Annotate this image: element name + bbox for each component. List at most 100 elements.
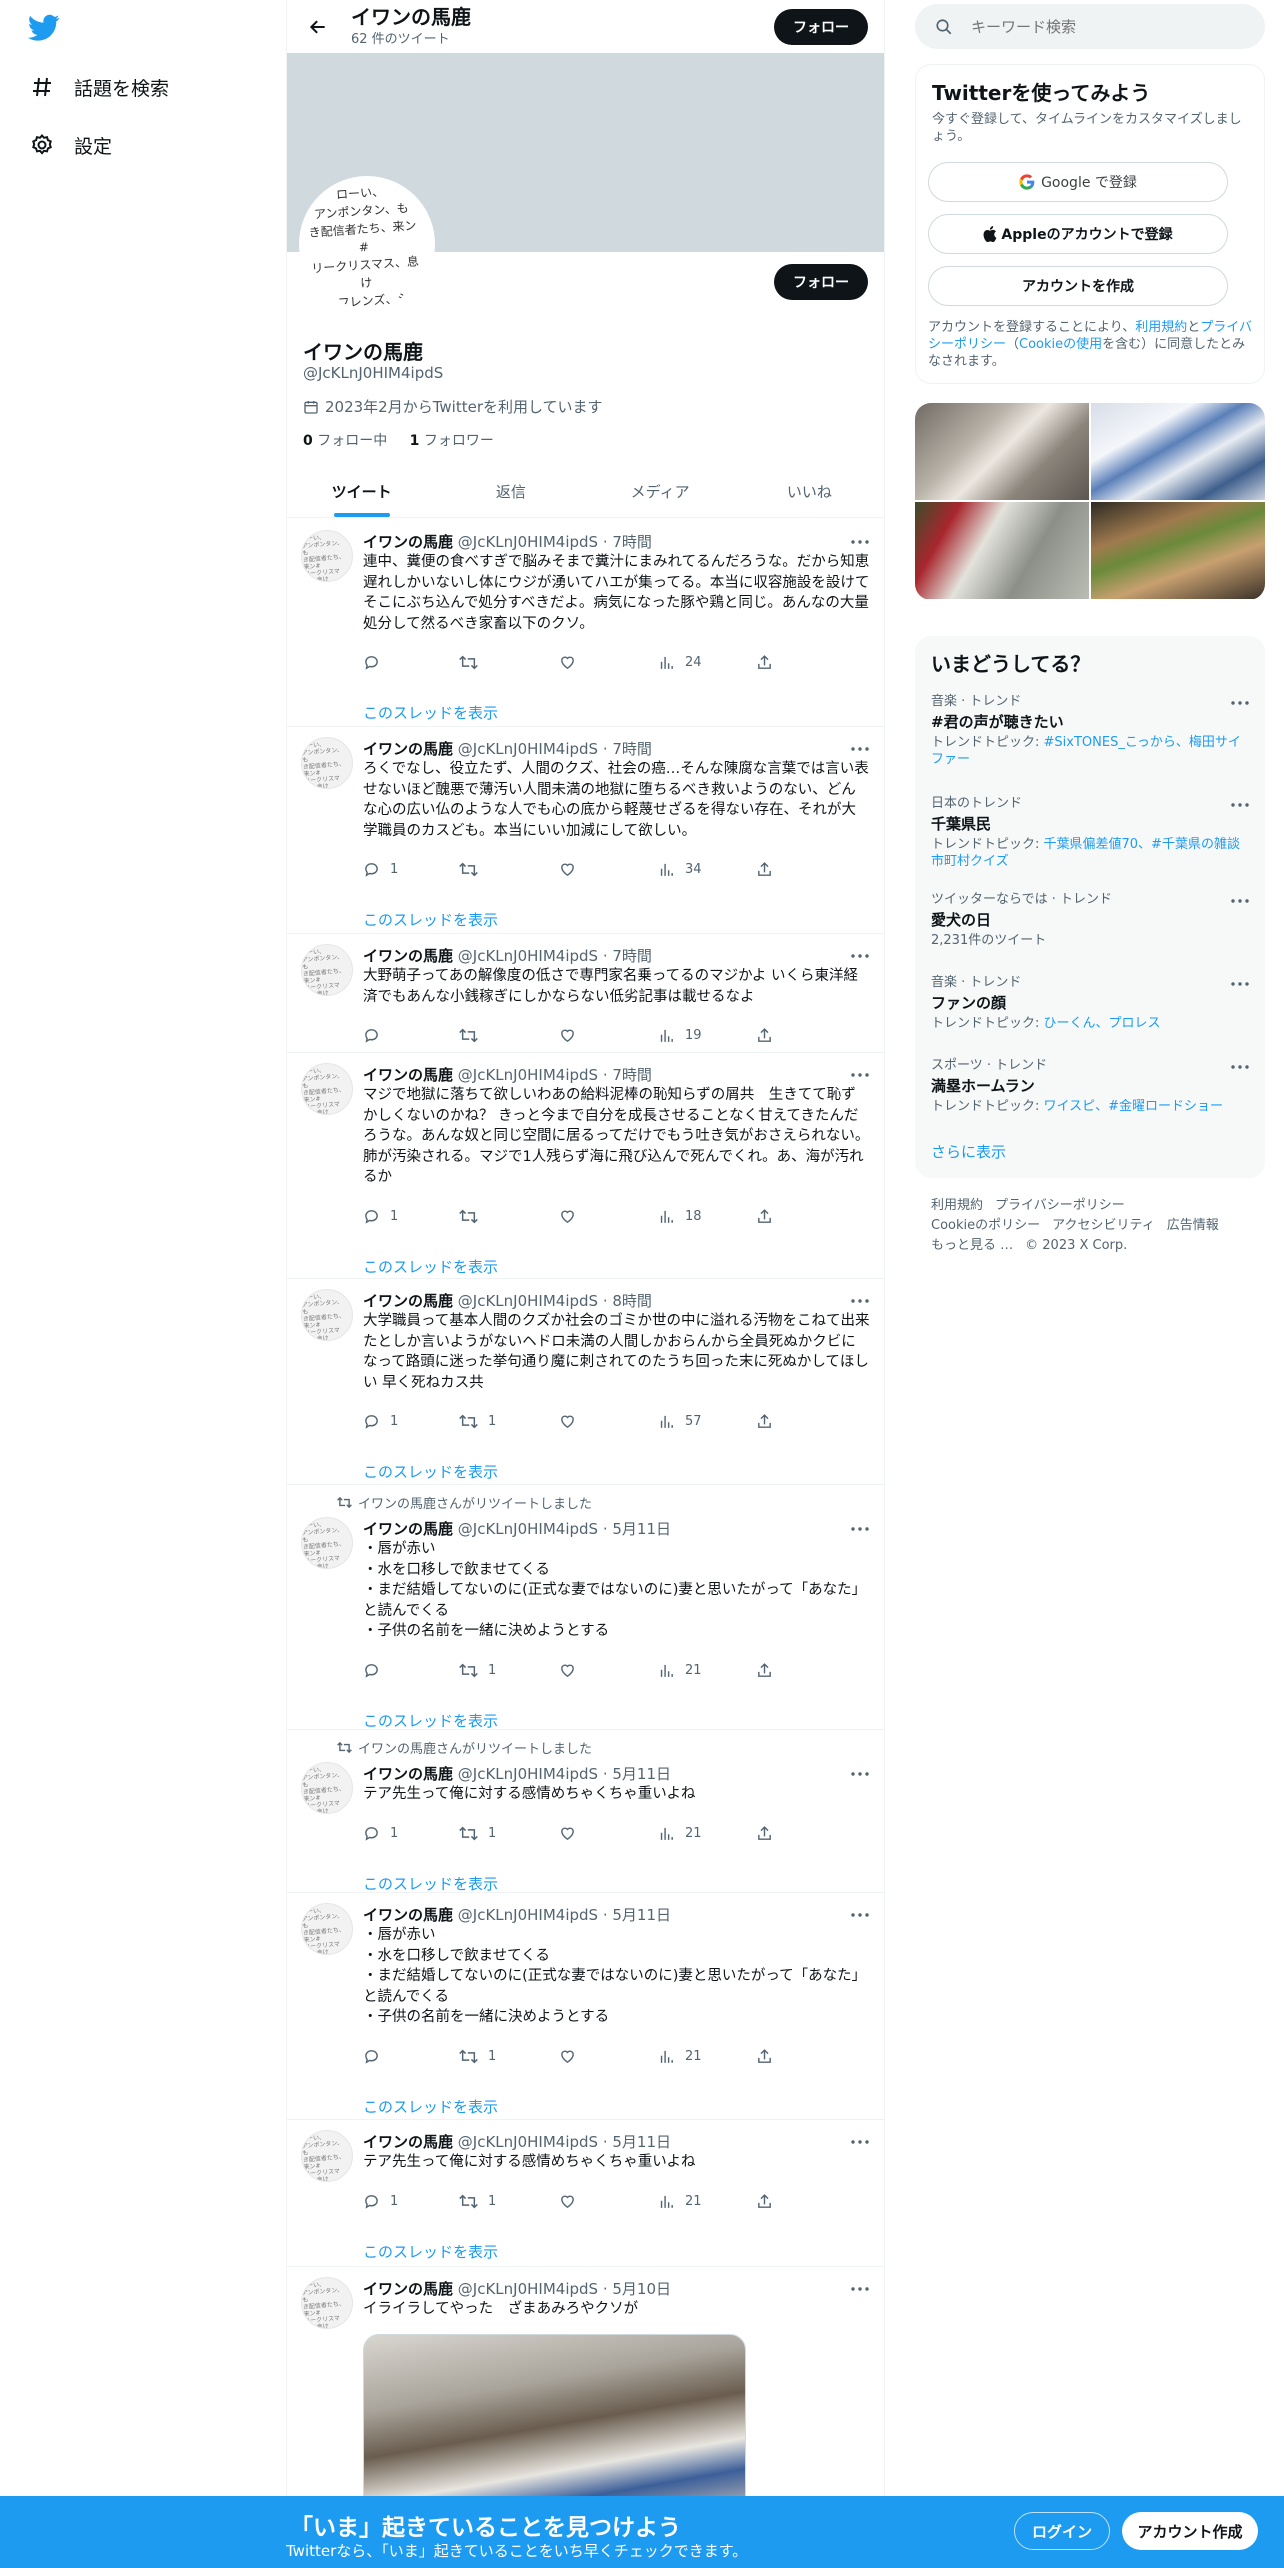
tweet-avatar[interactable]: ローい、 アンポンタン、も き配信者たち、来ン# リークリスマス、息け ものフレ… [301, 944, 353, 996]
more-options-icon[interactable] [850, 532, 870, 552]
tweet-time[interactable]: · 8時間 [603, 1292, 652, 1310]
nav-explore[interactable]: 話題を検索 [28, 67, 169, 107]
tweet[interactable]: ローい、 アンポンタン、も き配信者たち、来ン# リークリスマス、息け ものフレ… [287, 727, 884, 934]
tweet-author-name[interactable]: イワンの馬鹿 [363, 947, 453, 965]
nav-settings[interactable]: 設定 [28, 125, 112, 165]
tweet-avatar[interactable]: ローい、 アンポンタン、も き配信者たち、来ン# リークリスマス、息け ものフレ… [301, 1762, 353, 1814]
share-button[interactable] [756, 861, 783, 878]
twitter-logo-icon[interactable] [28, 14, 62, 42]
footer-more-link[interactable]: もっと見る … [931, 1238, 1013, 1253]
show-thread-link[interactable]: このスレッドを表示 [363, 909, 498, 930]
reply-button[interactable]: 1 [363, 1208, 398, 1225]
retweet-button[interactable]: 1 [459, 2048, 496, 2065]
retweet-button[interactable] [459, 1208, 488, 1225]
trend-topic-links[interactable]: ワイスピ、#金曜ロードショー [1044, 1099, 1224, 1114]
tab-replies[interactable]: 返信 [436, 465, 585, 517]
more-options-icon[interactable] [850, 1065, 870, 1085]
tab-tweets[interactable]: ツイート [287, 465, 436, 517]
tweet-author-handle[interactable]: @JcKLnJ0HIM4ipdS [458, 1520, 598, 1538]
share-button[interactable] [756, 654, 783, 671]
show-thread-link[interactable]: このスレッドを表示 [363, 1461, 498, 1482]
more-options-icon[interactable] [850, 1519, 870, 1539]
like-button[interactable] [559, 1027, 586, 1044]
like-button[interactable] [559, 1825, 586, 1842]
share-button[interactable] [756, 1662, 783, 1679]
tweet-author-name[interactable]: イワンの馬鹿 [363, 1765, 453, 1783]
login-button[interactable]: ログイン [1014, 2512, 1110, 2550]
tweet-time[interactable]: · 5月11日 [603, 1906, 671, 1924]
more-options-icon[interactable] [1231, 690, 1249, 709]
share-button[interactable] [756, 1825, 783, 1842]
tweet-avatar[interactable]: ローい、 アンポンタン、も き配信者たち、来ン# リークリスマス、息け ものフレ… [301, 2130, 353, 2182]
tweet[interactable]: ローい、 アンポンタン、も き配信者たち、来ン# リークリスマス、息け ものフレ… [287, 934, 884, 1053]
tweet[interactable]: ローい、 アンポンタン、も き配信者たち、来ン# リークリスマス、息け ものフレ… [287, 520, 884, 727]
reply-button[interactable]: 1 [363, 861, 398, 878]
footer-privacy-link[interactable]: プライバシーポリシー [995, 1198, 1125, 1213]
retweet-button[interactable]: 1 [459, 1413, 496, 1430]
footer-accessibility-link[interactable]: アクセシビリティ [1052, 1218, 1155, 1233]
share-button[interactable] [756, 1413, 783, 1430]
tab-likes[interactable]: いいね [735, 465, 884, 517]
more-options-icon[interactable] [850, 1764, 870, 1784]
tweet-time[interactable]: · 5月11日 [603, 2133, 671, 2151]
trend-item[interactable]: ツイッターならでは · トレンド 愛犬の日 2,231件のツイート [931, 888, 1249, 949]
tweet-author-handle[interactable]: @JcKLnJ0HIM4ipdS [458, 947, 598, 965]
tab-media[interactable]: メディア [586, 465, 735, 517]
tweet-author-handle[interactable]: @JcKLnJ0HIM4ipdS [458, 1066, 598, 1084]
tweet-author-name[interactable]: イワンの馬鹿 [363, 533, 453, 551]
share-button[interactable] [756, 1208, 783, 1225]
reply-button[interactable]: 1 [363, 1413, 398, 1430]
tweet[interactable]: ローい、 アンポンタン、も き配信者たち、来ン# リークリスマス、息け ものフレ… [287, 2120, 884, 2267]
tweet-author-handle[interactable]: @JcKLnJ0HIM4ipdS [458, 1765, 598, 1783]
tweet-avatar[interactable]: ローい、 アンポンタン、も き配信者たち、来ン# リークリスマス、息け ものフレ… [301, 530, 353, 582]
retweet-button[interactable] [459, 654, 488, 671]
create-account-button[interactable]: アカウントを作成 [928, 266, 1228, 306]
reply-button[interactable]: 1 [363, 2193, 398, 2210]
trend-topic-links[interactable]: ひーくん、プロレス [1044, 1016, 1161, 1031]
retweet-button[interactable]: 1 [459, 1662, 496, 1679]
tweet-author-name[interactable]: イワンの馬鹿 [363, 1906, 453, 1924]
more-options-icon[interactable] [850, 2132, 870, 2152]
tweet-author-name[interactable]: イワンの馬鹿 [363, 1292, 453, 1310]
views-button[interactable]: 18 [658, 1208, 702, 1225]
reply-button[interactable] [363, 1027, 390, 1044]
google-signup-button[interactable]: Google で登録 [928, 162, 1228, 202]
more-options-icon[interactable] [1231, 792, 1249, 811]
tweet-author-handle[interactable]: @JcKLnJ0HIM4ipdS [458, 533, 598, 551]
following-link[interactable]: 0 フォロー中 [303, 433, 387, 449]
apple-signup-button[interactable]: Appleのアカウントで登録 [928, 214, 1228, 254]
share-button[interactable] [756, 2048, 783, 2065]
tweet-time[interactable]: · 7時間 [603, 740, 652, 758]
tweet[interactable]: イワンの馬鹿さんがリツイートしました ローい、 アンポンタン、も き配信者たち、来… [287, 1730, 884, 1893]
back-arrow-icon[interactable] [301, 10, 335, 44]
trend-item[interactable]: 日本のトレンド 千葉県民 トレンドトピック: 千葉県偏差値70、#千葉県の雑談市町… [931, 792, 1249, 870]
tweet-time[interactable]: · 7時間 [603, 947, 652, 965]
show-thread-link[interactable]: このスレッドを表示 [363, 1710, 498, 1731]
tweet[interactable]: イワンの馬鹿さんがリツイートしました ローい、 アンポンタン、も き配信者たち、来… [287, 1485, 884, 1730]
tweet-time[interactable]: · 5月10日 [603, 2280, 671, 2298]
signup-button[interactable]: アカウント作成 [1122, 2512, 1258, 2550]
views-button[interactable]: 57 [658, 1413, 702, 1430]
tweet-author-handle[interactable]: @JcKLnJ0HIM4ipdS [458, 2133, 598, 2151]
tweet-author-handle[interactable]: @JcKLnJ0HIM4ipdS [458, 1292, 598, 1310]
footer-ads-link[interactable]: 広告情報 [1167, 1218, 1219, 1233]
header-follow-button[interactable]: フォロー [774, 9, 868, 45]
tweet-author-handle[interactable]: @JcKLnJ0HIM4ipdS [458, 2280, 598, 2298]
like-button[interactable] [559, 2193, 586, 2210]
more-options-icon[interactable] [1231, 888, 1249, 907]
tweet-time[interactable]: · 7時間 [603, 1066, 652, 1084]
views-button[interactable]: 21 [658, 1662, 702, 1679]
tweet-avatar[interactable]: ローい、 アンポンタン、も き配信者たち、来ン# リークリスマス、息け ものフレ… [301, 1517, 353, 1569]
tweet-author-name[interactable]: イワンの馬鹿 [363, 2133, 453, 2151]
tweet-time[interactable]: · 5月11日 [603, 1520, 671, 1538]
more-options-icon[interactable] [850, 946, 870, 966]
profile-avatar[interactable]: ローい、 アンポンタン、も き配信者たち、来ン# リークリスマス、息け ものフレ… [299, 176, 435, 312]
views-button[interactable]: 21 [658, 1825, 702, 1842]
search-input[interactable] [971, 17, 1231, 36]
more-options-icon[interactable] [850, 739, 870, 759]
tweet-avatar[interactable]: ローい、 アンポンタン、も き配信者たち、来ン# リークリスマス、息け ものフレ… [301, 2277, 353, 2329]
share-button[interactable] [756, 1027, 783, 1044]
tweet-avatar[interactable]: ローい、 アンポンタン、も き配信者たち、来ン# リークリスマス、息け ものフレ… [301, 1063, 353, 1115]
views-button[interactable]: 21 [658, 2193, 702, 2210]
reply-button[interactable]: 1 [363, 1825, 398, 1842]
